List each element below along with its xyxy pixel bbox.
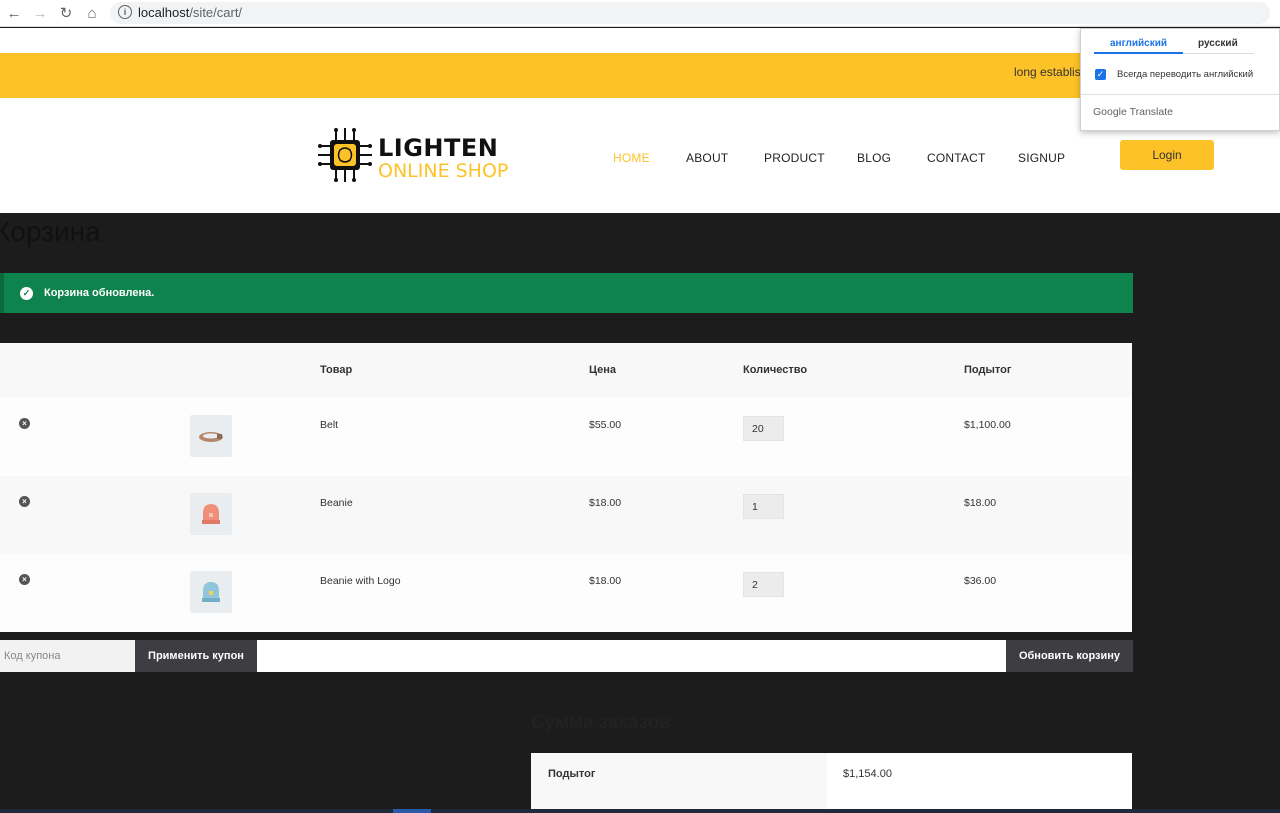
taskbar-active-item: [393, 809, 431, 813]
product-subtotal: $18.00: [964, 497, 997, 509]
translate-popup: английский русский ✓ Всегда переводить а…: [1080, 28, 1280, 131]
taskbar-edge: [0, 809, 1280, 813]
product-name[interactable]: Beanie with Logo: [320, 575, 401, 587]
product-thumbnail-belt[interactable]: [190, 415, 232, 457]
quantity-input[interactable]: 1: [743, 494, 784, 519]
chip-icon: [318, 128, 372, 182]
notice-text: Корзина обновлена.: [44, 287, 155, 299]
page-title: Корзина: [0, 216, 101, 247]
product-subtotal: $36.00: [964, 575, 997, 587]
nav-about[interactable]: ABOUT: [686, 151, 728, 165]
beanie-logo-icon: [202, 582, 220, 602]
always-translate-checkbox[interactable]: ✓: [1095, 69, 1106, 80]
cart-actions: Применить купон Обновить корзину: [0, 640, 1133, 672]
nav-contact[interactable]: CONTACT: [927, 151, 986, 165]
notice-accent-bar: [0, 273, 4, 313]
totals-subtotal-value: $1,154.00: [843, 768, 892, 780]
header-subtotal: Подытог: [964, 364, 1012, 376]
home-icon[interactable]: ⌂: [82, 3, 102, 23]
nav-product[interactable]: PRODUCT: [764, 151, 825, 165]
cart-totals: Подытог $1,154.00: [531, 753, 1132, 810]
remove-item-icon[interactable]: ×: [19, 496, 30, 507]
tab-active-indicator: [1094, 52, 1183, 54]
translate-brand: Google Translate: [1093, 106, 1173, 118]
product-name[interactable]: Beanie: [320, 497, 353, 509]
info-icon[interactable]: i: [118, 5, 132, 19]
reload-icon[interactable]: ↻: [56, 3, 76, 23]
nav-blog[interactable]: BLOG: [857, 151, 891, 165]
table-row: × Beanie with Logo $18.00 2 $36.00: [0, 554, 1132, 632]
quantity-input[interactable]: 20: [743, 416, 784, 441]
cart-updated-notice: ✓ Корзина обновлена.: [0, 273, 1133, 313]
update-cart-button[interactable]: Обновить корзину: [1006, 640, 1133, 672]
announcement-text: long establish: [1014, 65, 1088, 79]
nav-home[interactable]: HOME: [613, 151, 650, 165]
logo-subtitle: ONLINE SHOP: [378, 160, 509, 182]
browser-toolbar: ← → ↻ ⌂ i localhost/site/cart/: [0, 0, 1280, 27]
belt-icon: [199, 432, 223, 442]
product-thumbnail-beanie[interactable]: [190, 493, 232, 535]
product-thumbnail-beanie-logo[interactable]: [190, 571, 232, 613]
remove-item-icon[interactable]: ×: [19, 418, 30, 429]
product-name[interactable]: Belt: [320, 419, 338, 431]
product-price: $18.00: [589, 575, 622, 587]
table-header: Товар Цена Количество Подытог: [0, 343, 1132, 397]
nav-signup[interactable]: SIGNUP: [1018, 151, 1065, 165]
site-logo[interactable]: LIGHTEN ONLINE SHOP: [316, 126, 526, 186]
arrow-right-icon[interactable]: →: [30, 3, 50, 23]
logo-title: LIGHTEN: [378, 134, 499, 162]
product-subtotal: $1,100.00: [964, 419, 1011, 431]
url-host: localhost: [138, 5, 190, 20]
totals-title: Сумма заказов: [531, 712, 672, 733]
quantity-input[interactable]: 2: [743, 572, 784, 597]
popup-divider: [1081, 94, 1279, 95]
check-circle-icon: ✓: [20, 287, 33, 300]
header-price: Цена: [589, 364, 617, 376]
translate-tab-source[interactable]: английский: [1110, 38, 1167, 49]
product-price: $55.00: [589, 419, 622, 431]
url-text[interactable]: localhost/site/cart/: [138, 5, 242, 20]
url-path: /site/cart/: [189, 5, 243, 20]
header-product: Товар: [320, 364, 353, 376]
table-row: × Beanie $18.00 1 $18.00: [0, 476, 1132, 554]
totals-label-cell: Подытог: [531, 753, 827, 810]
totals-subtotal-label: Подытог: [548, 768, 596, 780]
apply-coupon-button[interactable]: Применить купон: [135, 640, 257, 672]
address-bar[interactable]: i localhost/site/cart/: [110, 2, 1270, 24]
arrow-left-icon[interactable]: ←: [4, 3, 24, 23]
product-price: $18.00: [589, 497, 622, 509]
beanie-icon: [202, 504, 220, 524]
cart-table: Товар Цена Количество Подытог × Belt $55…: [0, 343, 1132, 632]
table-row: × Belt $55.00 20 $1,100.00: [0, 398, 1132, 476]
remove-item-icon[interactable]: ×: [19, 574, 30, 585]
translate-tab-target[interactable]: русский: [1198, 38, 1238, 49]
coupon-input[interactable]: [0, 640, 135, 672]
always-translate-label[interactable]: Всегда переводить английский: [1117, 69, 1253, 80]
header-quantity: Количество: [743, 364, 808, 376]
login-button[interactable]: Login: [1120, 140, 1214, 170]
